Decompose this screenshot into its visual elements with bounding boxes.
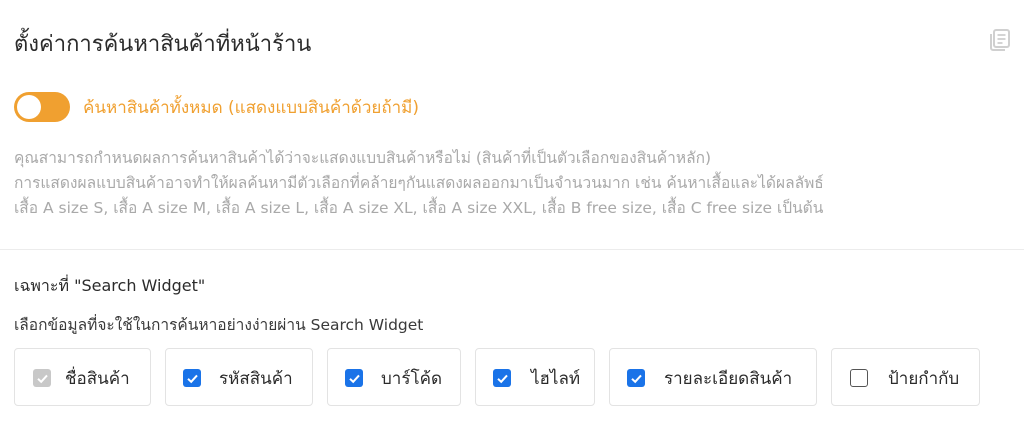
checkbox-checked-icon bbox=[627, 369, 645, 387]
option-label: บาร์โค้ด bbox=[381, 369, 443, 389]
search-widget-subtitle: เลือกข้อมูลที่จะใช้ในการค้นหาอย่างง่ายผ่… bbox=[14, 316, 424, 334]
option-barcode[interactable]: บาร์โค้ด bbox=[327, 348, 461, 406]
toggle-knob bbox=[17, 95, 41, 119]
description-line: คุณสามารถกำหนดผลการค้นหาสินค้าได้ว่าจะแส… bbox=[14, 149, 712, 167]
option-label: ป้ายกำกับ bbox=[888, 369, 960, 389]
option-tags[interactable]: ป้ายกำกับ bbox=[831, 348, 980, 406]
checkbox-checked-icon bbox=[493, 369, 511, 387]
checkbox-checked-icon bbox=[345, 369, 363, 387]
toggle-label: ค้นหาสินค้าทั้งหมด (แสดงแบบสินค้าด้วยถ้า… bbox=[83, 97, 420, 118]
document-copy-icon[interactable] bbox=[987, 27, 1013, 53]
description-line: เสื้อ A size S, เสื้อ A size M, เสื้อ A … bbox=[14, 199, 824, 217]
checkbox-unchecked-icon bbox=[850, 369, 868, 387]
search-widget-title: เฉพาะที่ "Search Widget" bbox=[14, 276, 206, 295]
option-label: ชื่อสินค้า bbox=[65, 369, 130, 389]
option-product-name[interactable]: ชื่อสินค้า bbox=[14, 348, 151, 406]
option-product-details[interactable]: รายละเอียดสินค้า bbox=[609, 348, 817, 406]
description: คุณสามารถกำหนดผลการค้นหาสินค้าได้ว่าจะแส… bbox=[14, 146, 1014, 221]
option-label: ไฮไลท์ bbox=[531, 369, 581, 389]
search-all-products-toggle[interactable] bbox=[14, 92, 70, 122]
option-product-code[interactable]: รหัสสินค้า bbox=[165, 348, 313, 406]
option-highlight[interactable]: ไฮไลท์ bbox=[475, 348, 595, 406]
description-line: การแสดงผลแบบสินค้าอาจทำให้ผลค้นหามีตัวเล… bbox=[14, 174, 824, 192]
option-label: รายละเอียดสินค้า bbox=[664, 369, 793, 389]
checkbox-disabled-icon bbox=[33, 369, 51, 387]
page-title: ตั้งค่าการค้นหาสินค้าที่หน้าร้าน bbox=[14, 32, 312, 57]
search-all-products-toggle-row: ค้นหาสินค้าทั้งหมด (แสดงแบบสินค้าด้วยถ้า… bbox=[14, 92, 419, 122]
checkbox-checked-icon bbox=[183, 369, 201, 387]
section-divider bbox=[0, 249, 1024, 250]
option-label: รหัสสินค้า bbox=[219, 369, 293, 389]
